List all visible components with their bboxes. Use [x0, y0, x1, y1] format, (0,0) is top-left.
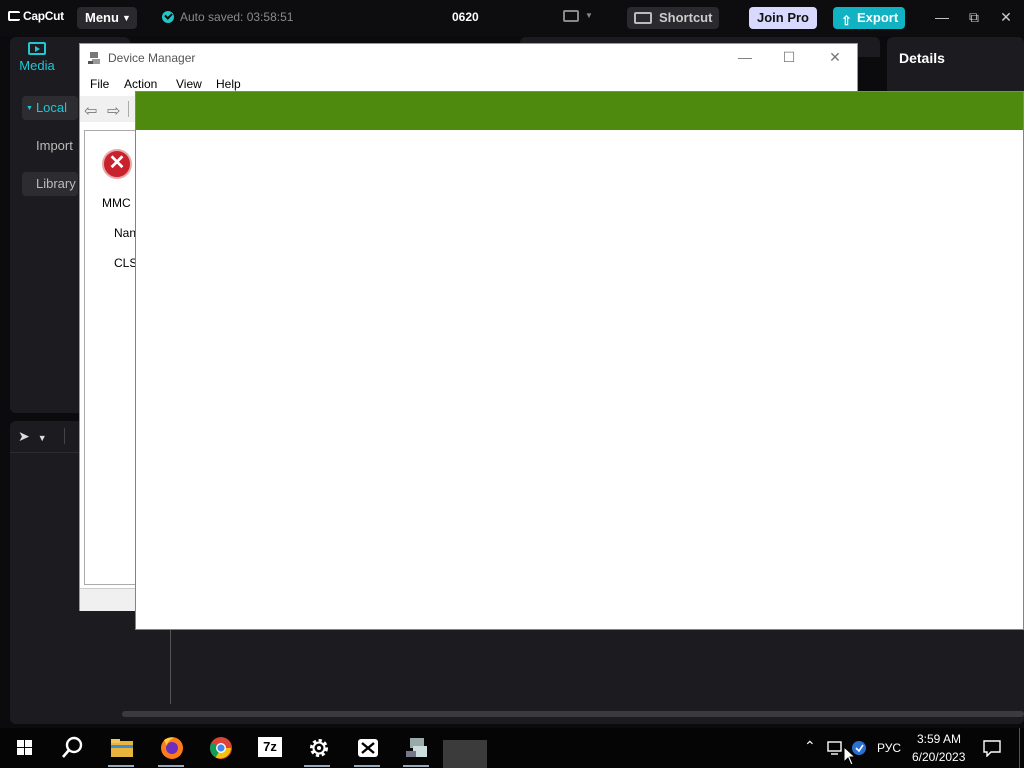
show-desktop-button[interactable] [1019, 728, 1020, 768]
sidebar-item-import[interactable]: Import [22, 134, 78, 158]
select-tool[interactable]: ➤ ▼ [18, 428, 47, 445]
check-circle-icon [162, 11, 174, 23]
taskbar [0, 728, 1024, 768]
close-icon[interactable]: ✕ [820, 49, 850, 66]
capcut-icon[interactable] [351, 734, 385, 762]
network-icon[interactable] [826, 740, 844, 756]
export-icon: ⇧ [841, 13, 852, 28]
menu-help[interactable]: Help [216, 77, 241, 91]
export-button[interactable]: ⇧ Export [833, 7, 905, 29]
language-indicator[interactable]: РУС [877, 741, 901, 755]
start-icon[interactable] [8, 734, 42, 762]
sidebar-item-library[interactable]: Library [22, 172, 78, 196]
clock-date[interactable]: 6/20/2023 [912, 750, 965, 764]
running-indicator [158, 765, 184, 767]
splash-header-bar [136, 92, 1023, 130]
settings-icon[interactable] [302, 734, 336, 762]
firefox-icon[interactable] [155, 734, 189, 762]
menu-view[interactable]: View [176, 77, 202, 91]
file-explorer-icon[interactable] [105, 734, 139, 762]
minimize-icon[interactable]: — [932, 9, 952, 25]
running-indicator [108, 765, 134, 767]
toolbar-divider [64, 428, 65, 444]
error-text-line-3: CLS [114, 256, 138, 270]
layout-icon[interactable] [563, 10, 579, 22]
keyboard-icon [634, 12, 652, 24]
minimize-icon[interactable]: — [730, 49, 760, 65]
maximize-icon[interactable]: ☐ [774, 49, 804, 66]
timeline-track-line [170, 630, 171, 704]
error-text-line-2: Nan [114, 226, 137, 240]
search-icon[interactable] [55, 734, 89, 762]
device-manager-icon [88, 52, 100, 64]
cursor-icon: ➤ [18, 428, 30, 444]
capcut-logo: CapCut [8, 9, 64, 23]
menu-action[interactable]: Action [124, 77, 157, 91]
clock-time[interactable]: 3:59 AM [917, 732, 961, 746]
menu-button[interactable]: Menu ▼ [77, 7, 137, 29]
chevron-down-icon: ▼ [121, 13, 131, 23]
project-name[interactable]: 0620 [452, 10, 479, 24]
notifications-icon[interactable] [982, 739, 1002, 757]
join-pro-button[interactable]: Join Pro [749, 7, 817, 29]
chevron-down-icon: ▼ [37, 433, 47, 443]
mouse-cursor-icon [843, 746, 857, 766]
chrome-icon[interactable] [204, 734, 238, 762]
running-indicator [403, 765, 429, 767]
restore-icon[interactable]: ⧉ [964, 9, 984, 26]
taskbar-active-app[interactable] [443, 740, 487, 768]
shortcut-button[interactable]: Shortcut [627, 7, 719, 29]
caret-down-icon: ▼ [26, 105, 33, 112]
capcut-logo-icon [8, 11, 20, 21]
device-manager-icon[interactable] [400, 734, 434, 762]
7zip-icon[interactable]: 7z [253, 734, 287, 762]
running-indicator [304, 765, 330, 767]
close-icon[interactable]: ✕ [996, 9, 1016, 26]
timeline-scrollbar[interactable] [122, 711, 1024, 717]
details-title: Details [899, 50, 945, 66]
error-icon: ✕ [102, 149, 132, 179]
splash-window [135, 91, 1024, 630]
running-indicator [354, 765, 380, 767]
back-arrow-icon[interactable]: ⇦ [84, 101, 97, 121]
error-text-line-1: MMC [102, 196, 131, 210]
chevron-down-icon[interactable]: ▼ [585, 11, 593, 20]
media-icon [28, 42, 46, 55]
window-title: Device Manager [108, 51, 196, 65]
autosave-status: Auto saved: 03:58:51 [162, 10, 293, 24]
chevron-up-icon[interactable]: ⌃ [804, 738, 816, 755]
sidebar-item-local[interactable]: ▼ Local [22, 96, 78, 120]
toolbar-separator [128, 101, 129, 117]
forward-arrow-icon[interactable]: ⇨ [107, 101, 120, 121]
tab-media[interactable]: Media [17, 40, 57, 73]
menu-file[interactable]: File [90, 77, 109, 91]
device-manager-titlebar[interactable]: Device Manager — ☐ ✕ [80, 44, 857, 74]
